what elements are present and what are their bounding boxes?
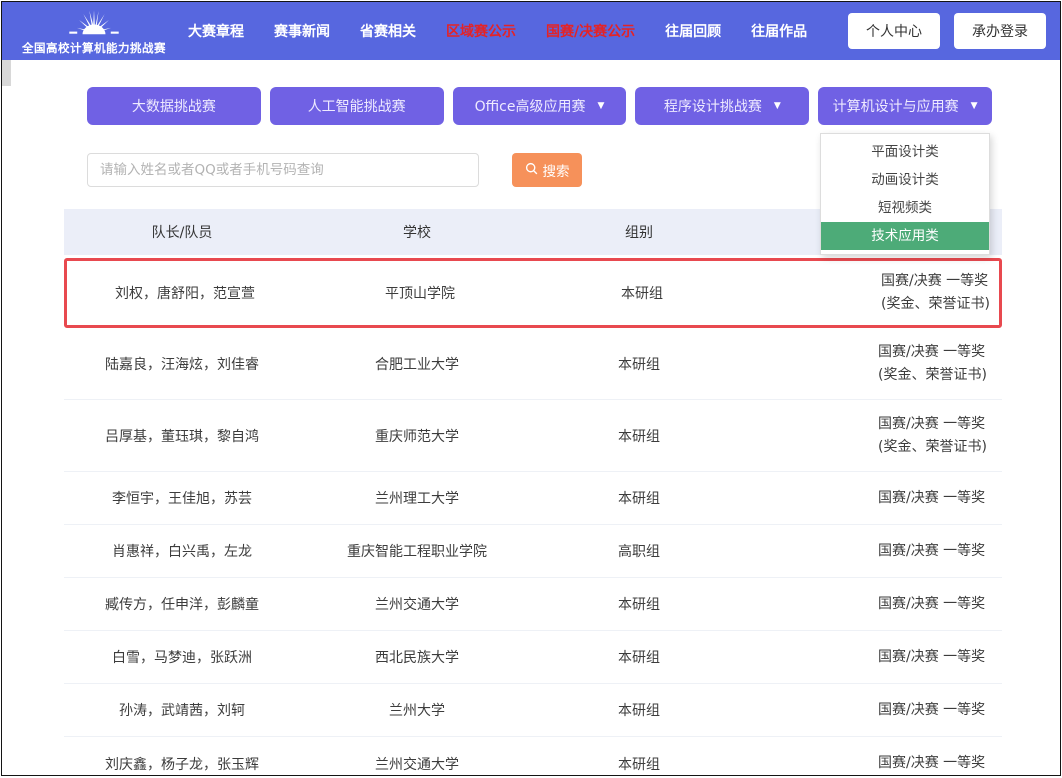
sunburst-logo-icon — [61, 6, 127, 40]
dropdown-item-short-video[interactable]: 短视频类 — [821, 194, 989, 222]
cell-school: 兰州交通大学 — [300, 754, 534, 774]
personal-center-button[interactable]: 个人中心 — [848, 13, 940, 49]
cell-group: 本研组 — [534, 354, 744, 374]
cell-school: 重庆智能工程职业学院 — [300, 541, 534, 561]
cell-school: 合肥工业大学 — [300, 354, 534, 374]
category-label: 大数据挑战赛 — [132, 96, 216, 116]
chevron-down-icon: ▼ — [597, 101, 604, 111]
category-label: 程序设计挑战赛 — [664, 96, 762, 116]
table-row-highlighted: 刘权，唐舒阳，范宣萱 平顶山学院 本研组 国赛/决赛 一等奖 (奖金、荣誉证书) — [64, 258, 1002, 328]
nav-item-past-works[interactable]: 往届作品 — [751, 21, 807, 41]
cell-school: 兰州交通大学 — [300, 594, 534, 614]
cell-group: 本研组 — [534, 488, 744, 508]
cell-members: 孙涛，武靖茜，刘轲 — [64, 700, 300, 720]
nav-item-regional-announcement[interactable]: 区域赛公示 — [446, 21, 516, 41]
cell-school: 兰州理工大学 — [300, 488, 534, 508]
category-dropdown-menu: 平面设计类 动画设计类 短视频类 技术应用类 — [820, 133, 990, 255]
chevron-down-icon: ▼ — [971, 101, 978, 111]
cell-members: 刘权，唐舒阳，范宣萱 — [67, 283, 303, 303]
cell-group: 本研组 — [534, 700, 744, 720]
table-row: 肖惠祥，白兴禹，左龙 重庆智能工程职业学院 高职组 国赛/决赛 一等奖 — [64, 525, 1002, 578]
table-row: 刘庆鑫，杨子龙，张玉辉 兰州交通大学 本研组 国赛/决赛 一等奖 — [64, 737, 1002, 776]
nav-actions: 个人中心 承办登录 — [848, 13, 1046, 49]
table-header-school: 学校 — [300, 222, 534, 242]
table-row: 李恒宇，王佳旭，苏芸 兰州理工大学 本研组 国赛/决赛 一等奖 — [64, 472, 1002, 525]
nav-item-final-announcement[interactable]: 国赛/决赛公示 — [546, 21, 635, 41]
nav-links: 大赛章程 赛事新闻 省赛相关 区域赛公示 国赛/决赛公示 往届回顾 往届作品 — [188, 21, 807, 41]
cell-award: 国赛/决赛 一等奖 (奖金、荣誉证书) — [744, 413, 1002, 459]
cell-group: 本研组 — [534, 647, 744, 667]
cell-members: 臧传方，任申洋，彭麟童 — [64, 594, 300, 614]
nav-item-past-review[interactable]: 往届回顾 — [665, 21, 721, 41]
category-programming-button[interactable]: 程序设计挑战赛 ▼ — [635, 87, 809, 125]
category-big-data-button[interactable]: 大数据挑战赛 — [87, 87, 261, 125]
award-line: 国赛/决赛 一等奖 — [878, 341, 1002, 364]
category-button-row: 大数据挑战赛 人工智能挑战赛 Office高级应用赛 ▼ 程序设计挑战赛 ▼ 计… — [87, 87, 992, 125]
organizer-login-button[interactable]: 承办登录 — [954, 13, 1046, 49]
cell-members: 吕厚基，董珏琪，黎自鸿 — [64, 426, 300, 446]
cell-group: 本研组 — [537, 283, 747, 303]
dropdown-item-animation-design[interactable]: 动画设计类 — [821, 166, 989, 194]
category-ai-button[interactable]: 人工智能挑战赛 — [270, 87, 444, 125]
search-button-label: 搜索 — [543, 160, 570, 180]
award-note: (奖金、荣誉证书) — [878, 364, 1002, 387]
category-office-button[interactable]: Office高级应用赛 ▼ — [453, 87, 627, 125]
award-line: 国赛/决赛 一等奖 — [881, 270, 999, 293]
cell-members: 肖惠祥，白兴禹，左龙 — [64, 541, 300, 561]
award-note: (奖金、荣誉证书) — [881, 293, 999, 316]
table-row: 孙涛，武靖茜，刘轲 兰州大学 本研组 国赛/决赛 一等奖 — [64, 684, 1002, 737]
category-label: 人工智能挑战赛 — [308, 96, 406, 116]
left-edge-strip — [2, 60, 11, 86]
table-header-group: 组别 — [534, 222, 744, 242]
cell-award: 国赛/决赛 一等奖 (奖金、荣誉证书) — [744, 341, 1002, 387]
dropdown-item-tech-application[interactable]: 技术应用类 — [821, 222, 989, 250]
chevron-down-icon: ▼ — [774, 101, 781, 111]
table-row: 臧传方，任申洋，彭麟童 兰州交通大学 本研组 国赛/决赛 一等奖 — [64, 578, 1002, 631]
cell-award: 国赛/决赛 一等奖 — [744, 752, 1002, 775]
cell-award: 国赛/决赛 一等奖 — [744, 699, 1002, 722]
cell-award: 国赛/决赛 一等奖 — [744, 540, 1002, 563]
cell-members: 刘庆鑫，杨子龙，张玉辉 — [64, 754, 300, 774]
table-row: 陆嘉良，汪海炫，刘佳睿 合肥工业大学 本研组 国赛/决赛 一等奖 (奖金、荣誉证… — [64, 328, 1002, 400]
table-header-members: 队长/队员 — [64, 222, 300, 242]
cell-members: 李恒宇，王佳旭，苏芸 — [64, 488, 300, 508]
results-table: 队长/队员 学校 组别 刘权，唐舒阳，范宣萱 平顶山学院 本研组 国赛/决赛 一… — [64, 209, 1002, 776]
cell-group: 本研组 — [534, 426, 744, 446]
cell-school: 西北民族大学 — [300, 647, 534, 667]
category-computer-design-button[interactable]: 计算机设计与应用赛 ▼ — [818, 87, 992, 125]
cell-award: 国赛/决赛 一等奖 — [744, 487, 1002, 510]
table-row: 吕厚基，董珏琪，黎自鸿 重庆师范大学 本研组 国赛/决赛 一等奖 (奖金、荣誉证… — [64, 400, 1002, 472]
nav-item-news[interactable]: 赛事新闻 — [274, 21, 330, 41]
brand-name: 全国高校计算机能力挑战赛 — [22, 40, 166, 56]
cell-members: 陆嘉良，汪海炫，刘佳睿 — [64, 354, 300, 374]
category-label: Office高级应用赛 — [475, 96, 586, 116]
nav-item-charter[interactable]: 大赛章程 — [188, 21, 244, 41]
page: 全国高校计算机能力挑战赛 大赛章程 赛事新闻 省赛相关 区域赛公示 国赛/决赛公… — [1, 1, 1061, 776]
award-line: 国赛/决赛 一等奖 — [878, 413, 1002, 436]
cell-award: 国赛/决赛 一等奖 — [744, 593, 1002, 616]
cell-members: 白雪，马梦迪，张跃洲 — [64, 647, 300, 667]
category-label: 计算机设计与应用赛 — [833, 96, 959, 116]
cell-school: 兰州大学 — [300, 700, 534, 720]
search-icon — [525, 162, 538, 179]
cell-group: 本研组 — [534, 754, 744, 774]
search-button[interactable]: 搜索 — [512, 153, 582, 187]
award-note: (奖金、荣誉证书) — [878, 436, 1002, 459]
nav-item-provincial[interactable]: 省赛相关 — [360, 21, 416, 41]
brand-logo[interactable]: 全国高校计算机能力挑战赛 — [16, 6, 172, 56]
cell-award: 国赛/决赛 一等奖 — [744, 646, 1002, 669]
cell-group: 本研组 — [534, 594, 744, 614]
top-navbar: 全国高校计算机能力挑战赛 大赛章程 赛事新闻 省赛相关 区域赛公示 国赛/决赛公… — [2, 2, 1060, 60]
cell-award: 国赛/决赛 一等奖 (奖金、荣誉证书) — [747, 270, 999, 316]
cell-school: 平顶山学院 — [303, 283, 537, 303]
dropdown-item-graphic-design[interactable]: 平面设计类 — [821, 138, 989, 166]
cell-group: 高职组 — [534, 541, 744, 561]
cell-school: 重庆师范大学 — [300, 426, 534, 446]
search-input[interactable] — [87, 153, 479, 187]
table-row: 白雪，马梦迪，张跃洲 西北民族大学 本研组 国赛/决赛 一等奖 — [64, 631, 1002, 684]
